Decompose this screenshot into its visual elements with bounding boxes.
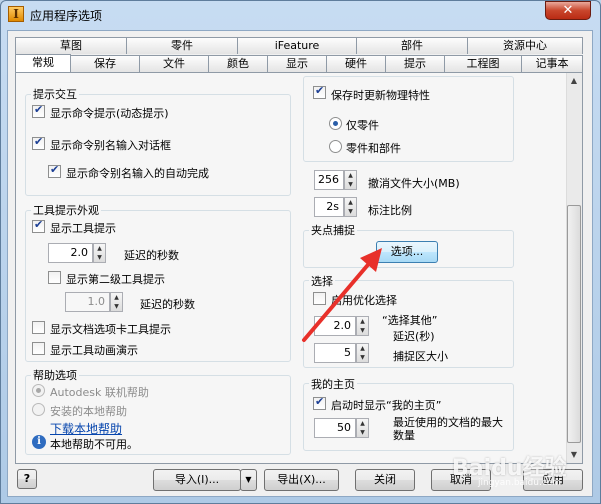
tab-content-center[interactable]: 资源中心 [467,37,583,54]
window-title: 应用程序选项 [30,9,103,23]
annotation-scale-label: 标注比例 [368,204,412,217]
tab-ifeature[interactable]: iFeature [237,37,357,54]
download-local-help-link[interactable]: 下载本地帮助 [50,420,122,437]
tab-prompts[interactable]: 提示 [385,55,445,72]
parts-and-assemblies-label: 零件和部件 [346,142,401,155]
show-alias-dialog-label: 显示命令别名输入对话框 [50,139,171,152]
local-help-label: 安装的本地帮助 [50,405,127,418]
tab-display[interactable]: 显示 [267,55,327,72]
parts-and-assemblies-radio[interactable] [329,140,342,153]
tab-assembly[interactable]: 部件 [356,37,468,54]
recent-docs-label-2: 数量 [393,429,415,442]
export-button[interactable]: 导出(X)... [264,469,339,491]
select-other-label: “选择其他” [382,314,438,327]
select-other-delay-label: 延迟(秒) [393,330,435,343]
annotation-scale-spinner[interactable]: ▲ ▼ [344,197,357,217]
import-button[interactable]: 导入(I)... [153,469,241,491]
second-delay-input[interactable]: 1.0 [65,292,110,312]
tab-notebook[interactable]: 记事本 [521,55,583,72]
second-level-tooltip-checkbox[interactable] [48,271,61,284]
app-icon: I [8,6,24,22]
autodesk-online-help-radio[interactable] [32,384,45,397]
info-icon: i [32,435,46,449]
show-command-prompts-label: 显示命令提示(动态提示) [50,107,169,120]
update-physics-label: 保存时更新物理特性 [331,89,430,102]
second-delay-spinner[interactable]: ▲ ▼ [110,292,123,312]
prompt-interaction-title: 提示交互 [31,86,79,102]
doc-tab-tooltip-checkbox[interactable] [32,321,45,334]
tooltip-appearance-title: 工具提示外观 [31,202,101,218]
grip-snap-title: 夹点捕捉 [309,222,357,238]
local-help-radio[interactable] [32,403,45,416]
watermark-url: jingyan.baidu.com [478,478,562,488]
second-delay-label: 延迟的秒数 [140,298,195,311]
recent-docs-spinner[interactable]: ▲ ▼ [356,418,369,438]
tab-general[interactable]: 常规 [15,54,71,73]
update-physics-checkbox[interactable] [313,84,326,99]
tooltip-delay-spinner[interactable]: ▲ ▼ [93,243,106,263]
second-level-tooltip-label: 显示第二级工具提示 [66,273,165,286]
close-window-button[interactable]: ✕ [545,1,591,20]
tab-sketch[interactable]: 草图 [15,37,127,54]
tab-color[interactable]: 颜色 [208,55,268,72]
show-alias-dialog-checkbox[interactable] [32,135,45,150]
autodesk-online-help-label: Autodesk 联机帮助 [50,386,149,399]
scroll-down-icon[interactable]: ▼ [566,450,582,459]
help-button[interactable]: ? [17,469,37,489]
tooltip-delay-label: 延迟的秒数 [124,249,179,262]
tab-save[interactable]: 保存 [70,55,140,72]
doc-tab-tooltip-label: 显示文档选项卡工具提示 [50,323,171,336]
undo-file-size-input[interactable]: 256 [314,170,344,190]
pick-box-label: 捕捉区大小 [393,350,448,363]
recent-docs-input[interactable]: 50 [314,418,356,438]
show-tooltips-label: 显示工具提示 [50,222,116,235]
scrollbar-thumb[interactable] [567,205,581,443]
undo-file-size-label: 撤消文件大小(MB) [368,177,460,190]
parts-only-label: 仅零件 [346,119,379,132]
undo-file-size-spinner[interactable]: ▲ ▼ [344,170,357,190]
tab-part[interactable]: 零件 [126,37,238,54]
tool-animation-label: 显示工具动画演示 [50,344,138,357]
tab-file[interactable]: 文件 [139,55,209,72]
show-my-home-checkbox[interactable] [313,395,326,410]
my-home-title: 我的主页 [309,376,357,392]
alias-autocomplete-checkbox[interactable] [48,163,61,178]
red-arrow-annotation [302,248,382,342]
tab-hardware[interactable]: 硬件 [326,55,386,72]
scroll-up-icon[interactable]: ▲ [566,76,582,85]
annotation-scale-input[interactable]: 2s [314,197,344,217]
import-dropdown-icon[interactable]: ▼ [240,469,257,491]
help-unavailable-text: 本地帮助不可用。 [50,438,138,451]
help-options-title: 帮助选项 [31,367,79,383]
show-command-prompts-checkbox[interactable] [32,103,45,118]
parts-only-radio[interactable] [329,117,342,130]
tab-drawing[interactable]: 工程图 [444,55,522,72]
close-button[interactable]: 关闭 [355,469,415,491]
show-tooltips-checkbox[interactable] [32,218,45,233]
tool-animation-checkbox[interactable] [32,342,45,355]
show-my-home-label: 启动时显示“我的主页” [331,399,442,412]
tooltip-delay-input[interactable]: 2.0 [48,243,93,263]
alias-autocomplete-label: 显示命令别名输入的自动完成 [66,167,209,180]
